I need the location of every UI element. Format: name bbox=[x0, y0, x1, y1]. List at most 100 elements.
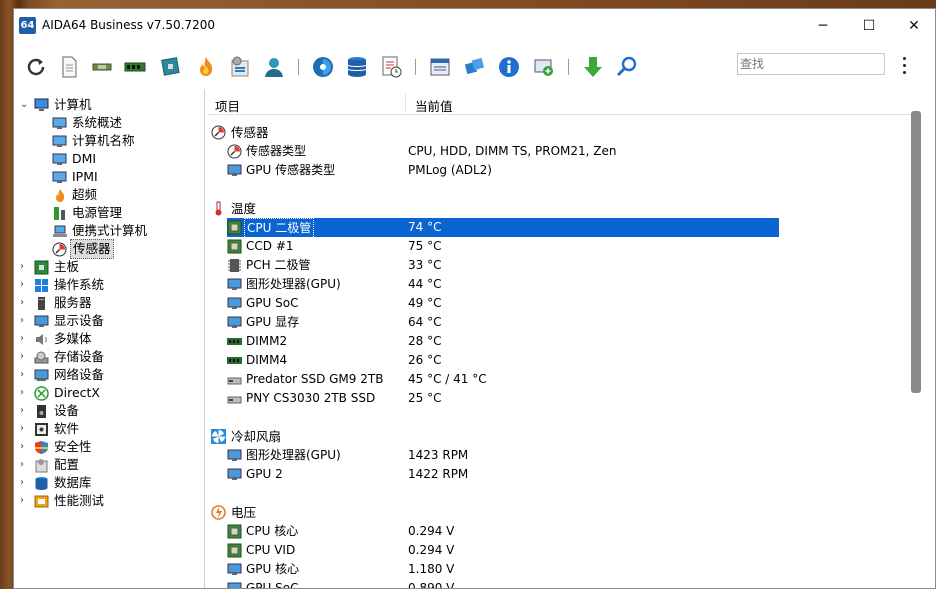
sensor-icon bbox=[227, 144, 242, 159]
list-item[interactable]: GPU 显存 64 °C bbox=[227, 313, 727, 332]
chevron-right-icon[interactable]: › bbox=[20, 384, 30, 402]
display-icon bbox=[227, 277, 242, 292]
tree-item-label: IPMI bbox=[72, 169, 98, 184]
chevron-right-icon[interactable]: › bbox=[20, 348, 30, 366]
toolbar-separator bbox=[298, 59, 299, 75]
list-item[interactable]: 图形处理器(GPU) 44 °C bbox=[227, 275, 727, 294]
item-name: GPU 核心 bbox=[246, 562, 300, 576]
list-item[interactable]: CPU 二极管 74 °C bbox=[227, 218, 779, 239]
column-header-item[interactable]: 项目 bbox=[215, 96, 240, 115]
remote-icon[interactable] bbox=[532, 55, 556, 79]
chevron-right-icon[interactable]: › bbox=[20, 420, 30, 438]
fan-icon bbox=[211, 429, 226, 444]
list-item[interactable]: GPU 传感器类型 PMLog (ADL2) bbox=[227, 161, 727, 180]
group-header[interactable]: 冷却风扇 bbox=[211, 427, 511, 446]
flame-icon[interactable] bbox=[194, 55, 218, 79]
tree-item-label: DMI bbox=[72, 151, 97, 166]
group-header[interactable]: 电压 bbox=[211, 503, 511, 522]
tree-item-label: 电源管理 bbox=[72, 205, 123, 220]
list-item[interactable]: DIMM2 28 °C bbox=[227, 332, 727, 351]
tree-item-label: 软件 bbox=[54, 421, 80, 436]
computer-icon bbox=[34, 98, 49, 112]
item-value: 44 °C bbox=[408, 277, 442, 291]
memory-icon[interactable] bbox=[123, 55, 147, 79]
chevron-right-icon[interactable]: › bbox=[20, 492, 30, 510]
chevron-right-icon[interactable]: › bbox=[20, 456, 30, 474]
monitor-icon bbox=[52, 134, 67, 148]
list-item[interactable]: CPU 核心 0.294 V bbox=[227, 522, 727, 541]
chevron-right-icon[interactable]: › bbox=[20, 402, 30, 420]
item-value: 49 °C bbox=[408, 296, 442, 310]
list-item[interactable]: PNY CS3030 2TB SSD 25 °C bbox=[227, 389, 727, 408]
chevron-right-icon[interactable]: › bbox=[20, 258, 30, 276]
item-name: PNY CS3030 2TB SSD bbox=[246, 391, 376, 405]
tree-item-label: 超频 bbox=[72, 187, 98, 202]
tree-item-label: 计算机名称 bbox=[72, 133, 135, 148]
chevron-down-icon[interactable]: ⌄ bbox=[20, 96, 30, 114]
chip-icon bbox=[227, 524, 242, 539]
group-header[interactable]: 温度 bbox=[211, 199, 511, 218]
item-name: DIMM2 bbox=[246, 334, 288, 348]
item-value: 0.294 V bbox=[408, 524, 455, 538]
chip-icon bbox=[227, 239, 242, 254]
list-item[interactable]: PCH 二极管 33 °C bbox=[227, 256, 727, 275]
column-divider[interactable] bbox=[405, 94, 406, 112]
aida64-logo-icon: 64 bbox=[19, 17, 36, 34]
item-value: 64 °C bbox=[408, 315, 442, 329]
info-icon[interactable] bbox=[497, 55, 521, 79]
motherboard-icon[interactable] bbox=[160, 55, 184, 79]
refresh-icon[interactable] bbox=[24, 55, 48, 79]
chevron-right-icon[interactable]: › bbox=[20, 474, 30, 492]
download-arrow-icon[interactable] bbox=[581, 55, 605, 79]
display-icon bbox=[227, 315, 242, 330]
voltage-icon bbox=[211, 505, 226, 520]
list-item[interactable]: GPU 核心 1.180 V bbox=[227, 560, 727, 579]
list-item[interactable]: DIMM4 26 °C bbox=[227, 351, 727, 370]
maximize-button[interactable]: ☐ bbox=[846, 9, 892, 43]
list-item[interactable]: Predator SSD GM9 2TB 45 °C / 41 °C bbox=[227, 370, 727, 389]
search-input[interactable] bbox=[737, 53, 885, 75]
schedule-icon[interactable] bbox=[379, 55, 403, 79]
close-button[interactable]: ✕ bbox=[891, 9, 935, 43]
monitor-icon bbox=[52, 170, 67, 184]
software-icon bbox=[34, 422, 49, 436]
benchmark-tools-icon[interactable] bbox=[228, 55, 252, 79]
toolbar-separator bbox=[568, 59, 569, 75]
vertical-scrollbar[interactable] bbox=[911, 111, 921, 393]
system-info-icon[interactable] bbox=[311, 55, 335, 79]
network-audit-icon[interactable] bbox=[463, 55, 487, 79]
list-item[interactable]: 图形处理器(GPU) 1423 RPM bbox=[227, 446, 727, 465]
report-icon[interactable] bbox=[57, 55, 81, 79]
tree-item-label: DirectX bbox=[54, 385, 100, 400]
monitor-icon bbox=[52, 116, 67, 130]
chevron-right-icon[interactable]: › bbox=[20, 276, 30, 294]
database-icon[interactable] bbox=[345, 55, 369, 79]
list-item[interactable]: CPU VID 0.294 V bbox=[227, 541, 727, 560]
list-item[interactable]: CCD #1 75 °C bbox=[227, 237, 727, 256]
toolbar bbox=[14, 43, 935, 89]
chevron-right-icon[interactable]: › bbox=[20, 312, 30, 330]
config-icon bbox=[34, 458, 49, 473]
column-header-value[interactable]: 当前值 bbox=[415, 96, 453, 115]
windows-icon bbox=[34, 278, 49, 292]
users-icon[interactable] bbox=[262, 55, 286, 79]
search-icon[interactable] bbox=[615, 55, 639, 79]
group-header[interactable]: 传感器 bbox=[211, 123, 511, 142]
list-item[interactable]: 传感器类型 CPU, HDD, DIMM TS, PROM21, Zen bbox=[227, 142, 727, 161]
report-wizard-icon[interactable] bbox=[428, 55, 452, 79]
cpu-icon[interactable] bbox=[90, 55, 114, 79]
minimize-button[interactable]: ─ bbox=[800, 9, 846, 43]
chevron-right-icon[interactable]: › bbox=[20, 330, 30, 348]
more-options-icon[interactable] bbox=[902, 57, 908, 77]
item-value: CPU, HDD, DIMM TS, PROM21, Zen bbox=[408, 144, 617, 158]
chevron-right-icon[interactable]: › bbox=[20, 366, 30, 384]
item-name: 图形处理器(GPU) bbox=[246, 448, 341, 462]
chevron-right-icon[interactable]: › bbox=[20, 294, 30, 312]
tree-item-label: 数据库 bbox=[54, 475, 92, 490]
item-value: 26 °C bbox=[408, 353, 442, 367]
list-item[interactable]: GPU 2 1422 RPM bbox=[227, 465, 727, 484]
item-value: PMLog (ADL2) bbox=[408, 163, 492, 177]
chevron-right-icon[interactable]: › bbox=[20, 438, 30, 456]
list-item[interactable]: GPU SoC 49 °C bbox=[227, 294, 727, 313]
list-item[interactable]: GPU SoC 0.890 V bbox=[227, 579, 727, 588]
